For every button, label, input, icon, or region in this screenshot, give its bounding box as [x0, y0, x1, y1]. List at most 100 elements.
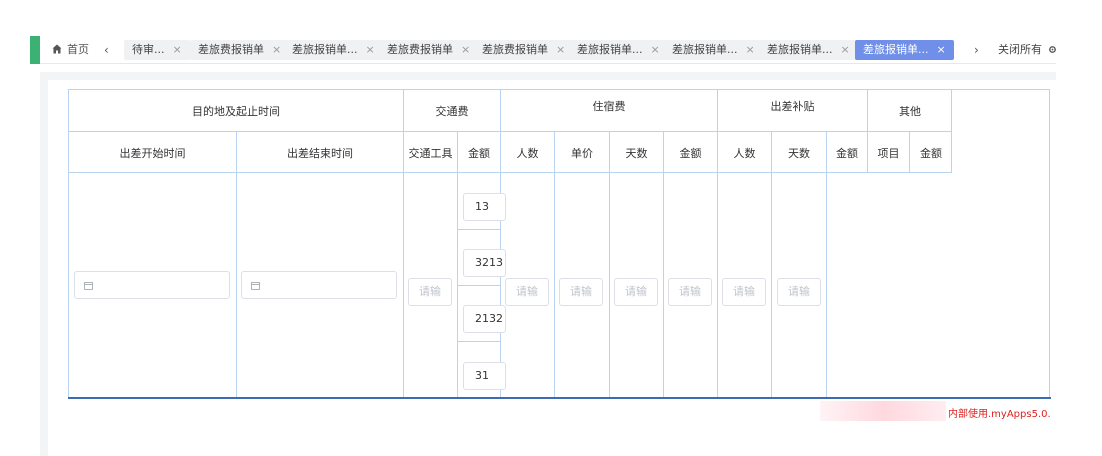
header-label: 出差结束时间 — [287, 146, 353, 160]
header-label: 人数 — [516, 146, 539, 160]
tab-item[interactable]: 差旅报销单... × — [284, 40, 383, 60]
close-icon[interactable]: × — [366, 43, 375, 56]
header-allowance-people: 人数 — [717, 131, 771, 173]
table-border — [771, 173, 772, 398]
table-border — [663, 173, 664, 398]
close-all-tabs-button[interactable]: 关闭所有 — [998, 36, 1057, 64]
allowance-days-input[interactable]: 请输 — [777, 278, 821, 306]
lodging-days-input[interactable]: 请输 — [614, 278, 658, 306]
lodging-price-input[interactable]: 请输 — [559, 278, 603, 306]
gear-icon — [1049, 46, 1056, 53]
table-border — [1049, 89, 1050, 399]
table-border — [403, 173, 404, 398]
tab-bar-accent — [30, 36, 40, 64]
header-transport: 交通费 — [403, 89, 500, 131]
table-border — [951, 89, 952, 173]
table-border — [609, 173, 610, 398]
lodging-amount-input[interactable]: 请输 — [668, 278, 712, 306]
tab-item[interactable]: 差旅费报销单 × — [474, 40, 574, 60]
close-icon[interactable]: × — [937, 43, 946, 56]
header-transport-amount: 金额 — [457, 131, 500, 173]
table-border — [457, 285, 500, 286]
tab-item[interactable]: 差旅报销单... × — [569, 40, 668, 60]
close-all-label: 关闭所有 — [998, 43, 1042, 56]
transport-amount-input[interactable]: 13 — [463, 193, 506, 221]
header-label: 金额 — [836, 146, 858, 160]
transport-amount-input[interactable]: 3213 — [463, 249, 506, 277]
tab-label: 差旅报销单... — [672, 43, 738, 56]
header-allowance-amount: 金额 — [826, 131, 867, 173]
header-lodging-price: 单价 — [554, 131, 609, 173]
header-other-amount: 金额 — [909, 131, 952, 173]
header-label: 目的地及起止时间 — [192, 104, 280, 118]
close-icon[interactable]: × — [746, 43, 755, 56]
tab-home[interactable]: 首页 — [52, 36, 89, 64]
close-icon[interactable]: × — [461, 43, 470, 56]
table-border — [554, 173, 555, 398]
table-border — [867, 172, 952, 173]
watermark-blur — [820, 401, 946, 421]
table-bottom-border — [68, 397, 1051, 399]
tab-item[interactable]: 差旅费报销单 × — [379, 40, 479, 60]
calendar-icon — [84, 282, 93, 290]
tab-label: 差旅费报销单 — [482, 43, 548, 56]
end-date-picker[interactable] — [241, 271, 397, 299]
header-end-time: 出差结束时间 — [236, 131, 403, 173]
tab-item[interactable]: 差旅报销单... × — [664, 40, 763, 60]
tab-item-active[interactable]: 差旅报销单... × — [855, 40, 954, 60]
tab-scroll-left-button[interactable]: ‹ — [104, 36, 109, 64]
header-label: 人数 — [733, 146, 756, 160]
header-label: 单价 — [571, 146, 593, 160]
transport-amount-input[interactable]: 31 — [463, 362, 506, 390]
tab-item[interactable]: 差旅费报销单 × — [190, 40, 290, 60]
table-border — [826, 173, 827, 398]
close-icon[interactable]: × — [651, 43, 660, 56]
table-border — [236, 173, 237, 398]
header-label: 金额 — [920, 146, 942, 160]
tab-label: 差旅报销单... — [767, 43, 833, 56]
table-border — [457, 229, 500, 230]
home-icon — [52, 44, 62, 54]
table-border — [457, 341, 500, 342]
header-label: 出差补贴 — [770, 100, 815, 113]
allowance-people-input[interactable]: 请输 — [722, 278, 766, 306]
tab-item[interactable]: 差旅报销单... × — [759, 40, 858, 60]
table-border — [68, 172, 868, 173]
header-lodging-days: 天数 — [609, 131, 663, 173]
tab-label: 差旅报销单... — [577, 43, 643, 56]
header-start-time: 出差开始时间 — [68, 131, 236, 173]
header-label: 金额 — [468, 146, 490, 160]
lodging-people-input[interactable]: 请输 — [505, 278, 549, 306]
calendar-icon — [251, 282, 260, 290]
header-allowance: 出差补贴 — [717, 89, 867, 131]
close-icon[interactable]: × — [841, 43, 850, 56]
header-other-item: 项目 — [867, 131, 909, 173]
close-icon[interactable]: × — [272, 43, 281, 56]
header-lodging-amount: 金额 — [663, 131, 717, 173]
table-border — [717, 173, 718, 398]
transport-amount-input[interactable]: 2132 — [463, 305, 506, 333]
header-lodging-people: 人数 — [500, 131, 554, 173]
header-label: 交通费 — [435, 104, 469, 118]
tab-label: 待审... — [132, 43, 165, 56]
header-label: 天数 — [788, 146, 810, 160]
close-icon[interactable]: × — [556, 43, 565, 56]
header-label: 交通工具 — [408, 146, 453, 160]
start-date-picker[interactable] — [74, 271, 230, 299]
header-other: 其他 — [867, 89, 952, 131]
watermark-text: 内部使用.myApps5.0. — [948, 409, 1051, 420]
vehicle-input[interactable]: 请输 — [408, 278, 452, 306]
tab-home-label: 首页 — [67, 43, 89, 56]
tab-label: 差旅费报销单 — [198, 43, 264, 56]
tab-scroll-right-button[interactable]: › — [974, 36, 979, 64]
header-destination-time: 目的地及起止时间 — [68, 89, 403, 131]
header-label: 天数 — [625, 146, 648, 160]
header-label: 住宿费 — [592, 100, 626, 113]
tab-item[interactable]: 待审... × — [124, 40, 190, 60]
header-allowance-days: 天数 — [771, 131, 826, 173]
close-icon[interactable]: × — [173, 43, 182, 56]
tab-label: 差旅费报销单 — [387, 43, 453, 56]
tab-label: 差旅报销单... — [292, 43, 358, 56]
header-label: 金额 — [679, 146, 702, 160]
table-border — [951, 89, 1050, 90]
